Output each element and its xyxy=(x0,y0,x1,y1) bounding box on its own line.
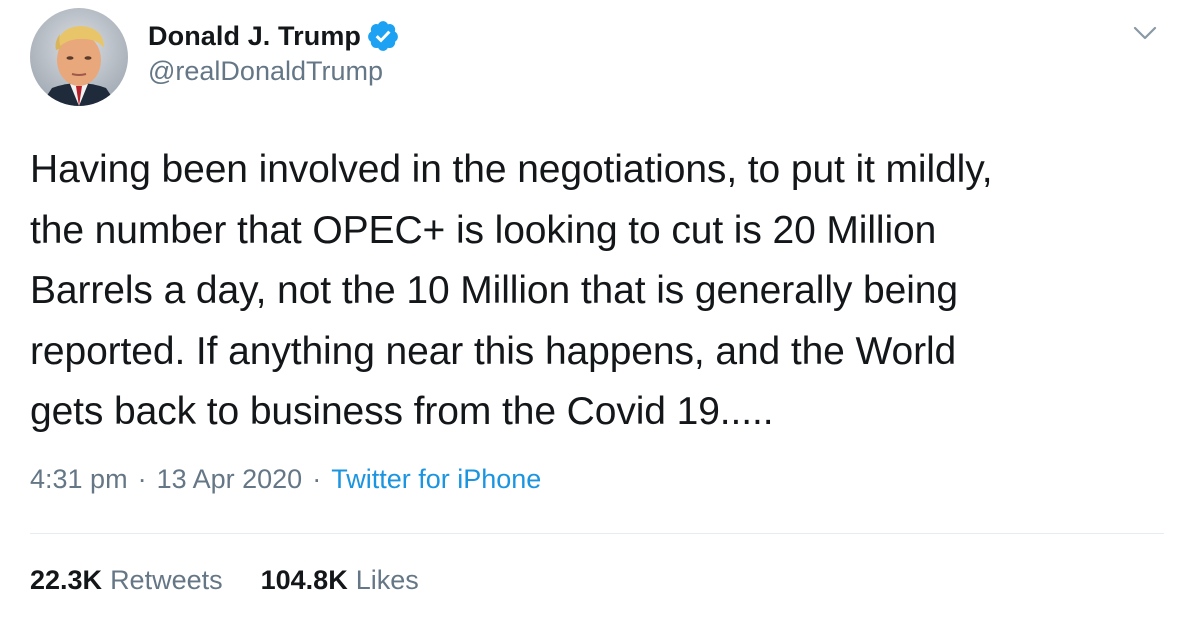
author-name-row[interactable]: Donald J. Trump xyxy=(148,16,400,56)
tweet-text: Having been involved in the negotiations… xyxy=(30,140,1160,443)
author-display-name[interactable]: Donald J. Trump xyxy=(148,21,361,52)
divider xyxy=(30,533,1164,534)
likes-label: Likes xyxy=(355,565,419,595)
meta-separator: · xyxy=(312,464,322,494)
tweet-meta: 4:31 pm · 13 Apr 2020 · Twitter for iPho… xyxy=(30,464,541,495)
likes-stat[interactable]: 104.8K Likes xyxy=(261,565,419,596)
author-handle[interactable]: @realDonaldTrump xyxy=(148,56,383,87)
likes-count: 104.8K xyxy=(260,565,348,595)
verified-badge-icon xyxy=(366,19,400,53)
tweet-source-link[interactable]: Twitter for iPhone xyxy=(331,464,541,495)
chevron-down-icon[interactable] xyxy=(1132,20,1158,46)
tweet-text-line: reported. If anything near this happens,… xyxy=(30,329,957,373)
avatar-image xyxy=(30,8,128,106)
retweets-label: Retweets xyxy=(110,565,223,595)
tweet-card: Donald J. Trump @realDonaldTrump Having … xyxy=(0,0,1190,624)
tweet-text-line: Having been involved in the negotiations… xyxy=(30,148,993,191)
tweet-text-line: the number that OPEC+ is looking to cut … xyxy=(30,208,937,252)
meta-separator: · xyxy=(137,464,147,494)
retweets-count: 22.3K xyxy=(30,565,103,595)
tweet-stats: 22.3K Retweets 104.8K Likes xyxy=(30,565,419,596)
tweet-date[interactable]: 13 Apr 2020 xyxy=(157,464,303,495)
avatar[interactable] xyxy=(30,8,128,106)
retweets-stat[interactable]: 22.3K Retweets xyxy=(30,565,223,596)
tweet-text-line: gets back to business from the Covid 19.… xyxy=(30,390,774,433)
tweet-time[interactable]: 4:31 pm xyxy=(30,464,128,495)
tweet-text-line: Barrels a day, not the 10 Million that i… xyxy=(30,269,958,312)
